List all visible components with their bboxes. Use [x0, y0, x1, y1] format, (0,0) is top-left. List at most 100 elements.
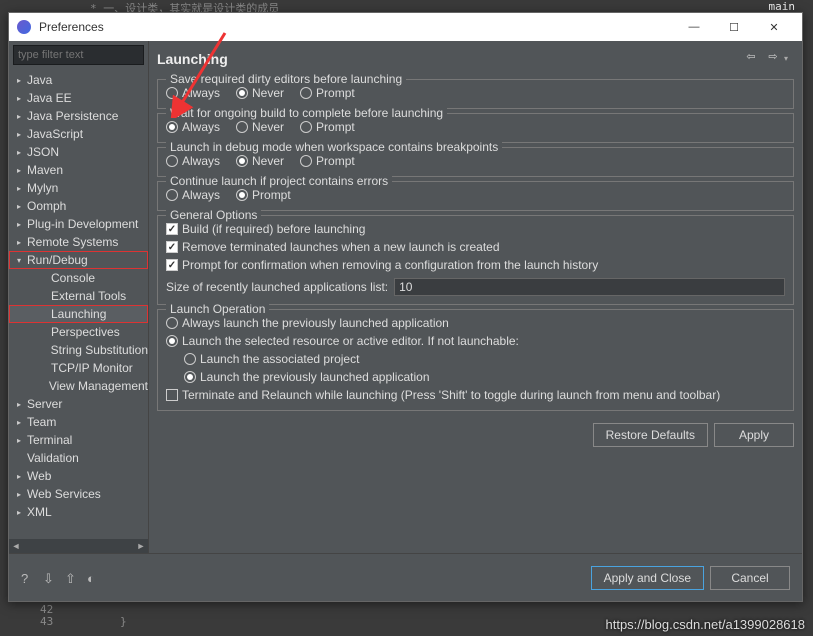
titlebar[interactable]: Preferences — ☐ ✕ — [9, 13, 802, 41]
tree-item-label: Java Persistence — [27, 109, 118, 123]
check-prompt-for-confirmat[interactable]: Prompt for confirmation when removing a … — [166, 258, 785, 272]
tree-item-validation[interactable]: Validation — [9, 449, 148, 467]
tree-item-java-persistence[interactable]: ▸Java Persistence — [9, 107, 148, 125]
tree-item-plug-in-development[interactable]: ▸Plug-in Development — [9, 215, 148, 233]
twisty-icon[interactable]: ▸ — [13, 146, 25, 158]
check-label: Build (if required) before launching — [182, 222, 365, 236]
twisty-icon[interactable]: ▸ — [13, 470, 25, 482]
preference-tree[interactable]: ▸Java▸Java EE▸Java Persistence▸JavaScrip… — [9, 69, 148, 539]
twisty-icon[interactable]: ▸ — [13, 506, 25, 518]
tree-item-maven[interactable]: ▸Maven — [9, 161, 148, 179]
recent-list-size-input[interactable] — [394, 278, 785, 296]
tree-item-label: Launching — [51, 307, 106, 321]
radio-launch-selected[interactable]: Launch the selected resource or active e… — [166, 334, 785, 348]
radio-prompt[interactable]: Prompt — [236, 188, 291, 202]
tree-item-tcp-ip-monitor[interactable]: TCP/IP Monitor — [9, 359, 148, 377]
tree-item-console[interactable]: Console — [9, 269, 148, 287]
tree-scrollbar-h[interactable]: ◄ ► — [9, 539, 148, 553]
tree-item-terminal[interactable]: ▸Terminal — [9, 431, 148, 449]
nav-menu-icon[interactable]: ▾ — [784, 54, 794, 64]
scroll-left-icon[interactable]: ◄ — [11, 541, 21, 551]
forward-icon[interactable]: ⇨ — [764, 50, 782, 68]
twisty-icon[interactable]: ▸ — [13, 110, 25, 122]
radio-launch-previous[interactable]: Always launch the previously launched ap… — [166, 316, 785, 330]
twisty-icon[interactable]: ▸ — [13, 200, 25, 212]
close-button[interactable]: ✕ — [754, 13, 794, 41]
maximize-button[interactable]: ☐ — [714, 13, 754, 41]
tree-item-java[interactable]: ▸Java — [9, 71, 148, 89]
tree-item-mylyn[interactable]: ▸Mylyn — [9, 179, 148, 197]
tree-item-label: Run/Debug — [27, 253, 88, 267]
group-legend: General Options — [166, 208, 261, 222]
cancel-button[interactable]: Cancel — [710, 566, 790, 590]
oomph-icon[interactable]: ◐ — [87, 571, 101, 585]
radio-always[interactable]: Always — [166, 154, 220, 168]
tree-item-oomph[interactable]: ▸Oomph — [9, 197, 148, 215]
apply-button[interactable]: Apply — [714, 423, 794, 447]
radio-circle-icon — [236, 87, 248, 99]
filter-input[interactable] — [13, 45, 144, 65]
radio-prompt[interactable]: Prompt — [300, 154, 355, 168]
radio-circle-icon — [300, 155, 312, 167]
tree-item-server[interactable]: ▸Server — [9, 395, 148, 413]
radio-prompt[interactable]: Prompt — [300, 120, 355, 134]
twisty-icon[interactable]: ▸ — [13, 128, 25, 140]
group-legend: Launch Operation — [166, 302, 269, 316]
restore-defaults-button[interactable]: Restore Defaults — [593, 423, 708, 447]
watermark: https://blog.csdn.net/a1399028618 — [606, 617, 806, 632]
tree-item-xml[interactable]: ▸XML — [9, 503, 148, 521]
tree-item-external-tools[interactable]: External Tools — [9, 287, 148, 305]
tree-item-web-services[interactable]: ▸Web Services — [9, 485, 148, 503]
twisty-icon[interactable]: ▸ — [13, 218, 25, 230]
twisty-icon[interactable]: ▸ — [13, 164, 25, 176]
twisty-icon[interactable]: ▸ — [13, 92, 25, 104]
tree-item-json[interactable]: ▸JSON — [9, 143, 148, 161]
radio-launch-assoc-project[interactable]: Launch the associated project — [184, 352, 785, 366]
tree-item-launching[interactable]: Launching — [9, 305, 148, 323]
tree-item-run-debug[interactable]: ▾Run/Debug — [9, 251, 148, 269]
twisty-icon — [37, 326, 49, 338]
tree-item-perspectives[interactable]: Perspectives — [9, 323, 148, 341]
twisty-icon[interactable]: ▸ — [13, 74, 25, 86]
export-icon[interactable]: ⇧ — [65, 571, 79, 585]
twisty-icon — [37, 308, 49, 320]
radio-never[interactable]: Never — [236, 120, 284, 134]
apply-and-close-button[interactable]: Apply and Close — [591, 566, 704, 590]
back-icon[interactable]: ⇦ — [742, 50, 760, 68]
tree-item-web[interactable]: ▸Web — [9, 467, 148, 485]
check-remove-terminated-la[interactable]: Remove terminated launches when a new la… — [166, 240, 785, 254]
checkbox-icon — [166, 241, 178, 253]
radio-label: Never — [252, 154, 284, 168]
radio-prompt[interactable]: Prompt — [300, 86, 355, 100]
tree-item-java-ee[interactable]: ▸Java EE — [9, 89, 148, 107]
twisty-icon[interactable]: ▸ — [13, 434, 25, 446]
radio-always[interactable]: Always — [166, 188, 220, 202]
check-terminate-relaunch[interactable]: Terminate and Relaunch while launching (… — [166, 388, 785, 402]
radio-label: Never — [252, 86, 284, 100]
radio-always[interactable]: Always — [166, 120, 220, 134]
tree-item-string-substitution[interactable]: String Substitution — [9, 341, 148, 359]
radio-never[interactable]: Never — [236, 154, 284, 168]
minimize-button[interactable]: — — [674, 13, 714, 41]
twisty-icon[interactable]: ▸ — [13, 182, 25, 194]
tree-item-label: Terminal — [27, 433, 72, 447]
tree-item-view-management[interactable]: View Management — [9, 377, 148, 395]
help-icon[interactable]: ? — [21, 571, 35, 585]
tree-item-remote-systems[interactable]: ▸Remote Systems — [9, 233, 148, 251]
radio-launch-prev-sub[interactable]: Launch the previously launched applicati… — [184, 370, 785, 384]
twisty-icon[interactable]: ▸ — [13, 416, 25, 428]
radio-always[interactable]: Always — [166, 86, 220, 100]
twisty-icon[interactable]: ▾ — [13, 254, 25, 266]
twisty-icon[interactable]: ▸ — [13, 488, 25, 500]
twisty-icon — [37, 290, 49, 302]
twisty-icon[interactable]: ▸ — [13, 398, 25, 410]
scroll-right-icon[interactable]: ► — [136, 541, 146, 551]
tree-item-team[interactable]: ▸Team — [9, 413, 148, 431]
radio-never[interactable]: Never — [236, 86, 284, 100]
tree-item-javascript[interactable]: ▸JavaScript — [9, 125, 148, 143]
check-build-if-required-[interactable]: Build (if required) before launching — [166, 222, 785, 236]
twisty-icon — [37, 362, 49, 374]
tree-item-label: String Substitution — [51, 343, 148, 357]
twisty-icon[interactable]: ▸ — [13, 236, 25, 248]
import-icon[interactable]: ⇩ — [43, 571, 57, 585]
